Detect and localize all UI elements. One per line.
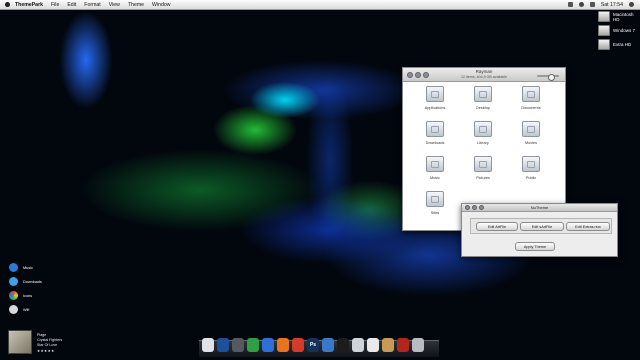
- finder-item-applications[interactable]: Applications: [411, 84, 459, 112]
- finder-item-documents[interactable]: Documents: [507, 84, 555, 112]
- icons-stack-icon: [9, 291, 18, 300]
- finder-titlebar[interactable]: Rayman 12 items, 404,9 GB available: [403, 68, 565, 82]
- finder-icon-grid: Applications Desktop Documents Downloads…: [411, 84, 557, 217]
- applications-folder-icon: [426, 86, 444, 102]
- trash-icon[interactable]: [412, 338, 424, 352]
- music-stack-icon: [9, 263, 18, 272]
- movies-folder-icon: [522, 121, 540, 137]
- edit-sartfile-button[interactable]: Edit sArtFile: [520, 222, 564, 231]
- finder-icon[interactable]: [202, 338, 214, 352]
- cardboard-box-icon[interactable]: [382, 338, 394, 352]
- finder-item-sites[interactable]: Sites: [411, 189, 459, 217]
- wifi-icon[interactable]: [578, 2, 584, 7]
- edit-extras-button[interactable]: Edit Extras.rsrc: [566, 222, 610, 231]
- hard-drive-icon: [598, 39, 610, 50]
- downloads-stack-icon: [9, 277, 18, 286]
- menu-file[interactable]: File: [51, 2, 59, 8]
- stack-icons[interactable]: Icons: [9, 291, 32, 300]
- finder-item-label: Public: [525, 176, 537, 180]
- drive-label: Extra HD: [613, 42, 632, 47]
- app-name-menu[interactable]: ThemePark: [15, 2, 43, 8]
- hard-drive-icon: [598, 11, 610, 22]
- finder-item-label: Library: [477, 141, 489, 145]
- nutheme-title: NuTheme: [530, 205, 549, 210]
- finder-item-label: Music: [430, 176, 440, 180]
- now-playing-text: Plage Crystal Fighters Star Of Love ★★★★…: [37, 333, 62, 354]
- system-preferences-icon[interactable]: [217, 338, 229, 352]
- preview-icon[interactable]: [352, 338, 364, 352]
- downloads-folder-icon: [426, 121, 444, 137]
- finder-item-label: Desktop: [476, 106, 490, 110]
- menu-theme[interactable]: Theme: [128, 2, 144, 8]
- nutheme-titlebar[interactable]: NuTheme: [462, 204, 617, 212]
- apply-theme-button[interactable]: Apply Theme: [515, 242, 555, 251]
- finder-item-label: Documents: [521, 106, 541, 110]
- document-icon[interactable]: [367, 338, 379, 352]
- finder-item-label: Sites: [430, 211, 440, 215]
- sites-folder-icon: [426, 191, 444, 207]
- apple-icon[interactable]: [5, 2, 10, 7]
- dock-icon-row: Ps: [202, 338, 424, 352]
- desktop-folder-icon: [474, 86, 492, 102]
- dark-app-icon[interactable]: [337, 338, 349, 352]
- finder-item-label: Pictures: [476, 176, 490, 180]
- library-folder-icon: [474, 121, 492, 137]
- menu-extras: Sat 17:54: [567, 2, 634, 8]
- stack-label: Music: [23, 265, 33, 270]
- public-folder-icon: [522, 156, 540, 172]
- wifi-stack-icon: [9, 305, 18, 314]
- finder-item-public[interactable]: Public: [507, 154, 555, 182]
- menu-window[interactable]: Window: [152, 2, 170, 8]
- music-folder-icon: [426, 156, 444, 172]
- chrome-icon[interactable]: [247, 338, 259, 352]
- icon-size-slider-knob[interactable]: [548, 73, 555, 81]
- drive-label: Macintosh HD: [613, 11, 634, 22]
- dock: Ps: [199, 338, 439, 357]
- desktop-drive-extra-hd[interactable]: Extra HD: [598, 39, 638, 50]
- internet-explorer-icon[interactable]: [262, 338, 274, 352]
- stack-downloads[interactable]: Downloads: [9, 277, 42, 286]
- finder-item-pictures[interactable]: Pictures: [459, 154, 507, 182]
- track-rating: ★★★★★: [37, 348, 55, 353]
- stack-label: Wifi: [23, 307, 30, 312]
- volume-icon[interactable]: [589, 2, 595, 7]
- finder-item-music[interactable]: Music: [411, 154, 459, 182]
- mailbox-icon[interactable]: [397, 338, 409, 352]
- menu-format[interactable]: Format: [84, 2, 100, 8]
- finder-item-label: Applications: [424, 106, 446, 110]
- nutheme-window: NuTheme Edit ArtFile Edit sArtFile Edit …: [461, 203, 618, 257]
- finder-item-downloads[interactable]: Downloads: [411, 119, 459, 147]
- hard-drive-icon: [598, 25, 610, 36]
- stack-label: Icons: [23, 293, 33, 298]
- tomato-app-icon[interactable]: [292, 338, 304, 352]
- photoshop-icon[interactable]: Ps: [307, 338, 319, 352]
- menu-bar: ThemePark File Edit Format View Theme Wi…: [0, 0, 640, 10]
- menu-edit[interactable]: Edit: [67, 2, 76, 8]
- firefox-icon[interactable]: [277, 338, 289, 352]
- finder-item-label: Movies: [524, 141, 538, 145]
- finder-item-label: Downloads: [425, 141, 445, 145]
- menu-clock[interactable]: Sat 17:54: [601, 2, 623, 8]
- sphere-icon[interactable]: [322, 338, 334, 352]
- stack-wifi[interactable]: Wifi: [9, 305, 29, 314]
- finder-title: Rayman: [475, 69, 493, 74]
- album-art: [8, 330, 32, 354]
- now-playing-widget[interactable]: Plage Crystal Fighters Star Of Love ★★★★…: [8, 330, 63, 355]
- stopwatch-icon[interactable]: [232, 338, 244, 352]
- finder-item-movies[interactable]: Movies: [507, 119, 555, 147]
- desktop-drive-macintosh-hd[interactable]: Macintosh HD: [598, 11, 638, 22]
- drive-label: Windows 7: [613, 28, 636, 33]
- battery-icon[interactable]: [567, 2, 573, 7]
- menu-view[interactable]: View: [109, 2, 120, 8]
- desktop-drive-windows-7[interactable]: Windows 7: [598, 25, 638, 36]
- finder-item-library[interactable]: Library: [459, 119, 507, 147]
- edit-artfile-button[interactable]: Edit ArtFile: [476, 222, 518, 231]
- pictures-folder-icon: [474, 156, 492, 172]
- spotlight-icon[interactable]: [629, 2, 634, 7]
- documents-folder-icon: [522, 86, 540, 102]
- finder-item-desktop[interactable]: Desktop: [459, 84, 507, 112]
- stack-label: Downloads: [23, 279, 42, 284]
- stack-music[interactable]: Music: [9, 263, 33, 272]
